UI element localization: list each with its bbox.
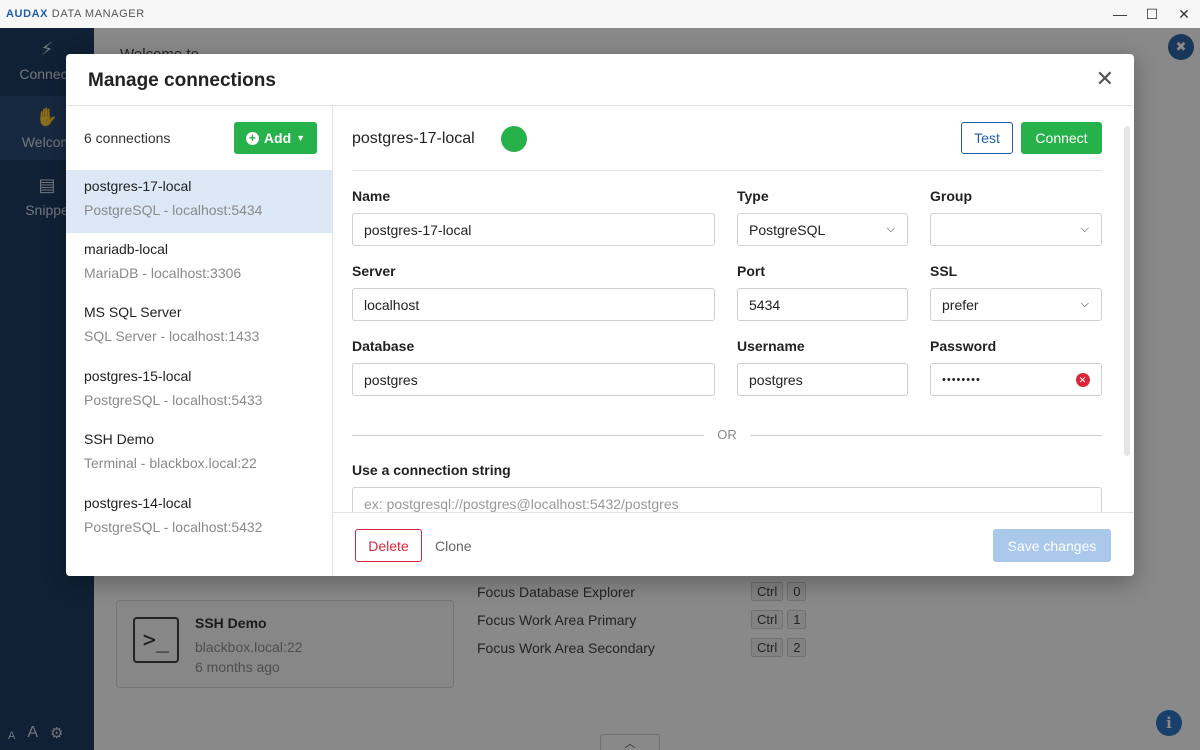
- connection-desc: PostgreSQL - localhost:5432: [84, 519, 263, 535]
- server-value: localhost: [364, 296, 420, 313]
- database-field[interactable]: postgres: [352, 363, 715, 396]
- server-label: Server: [352, 263, 396, 279]
- connection-status-indicator: [501, 126, 527, 152]
- connection-string-input[interactable]: ex: postgresql://postgres@localhost:5432…: [352, 487, 1102, 512]
- database-value: postgres: [364, 371, 418, 388]
- connection-desc: SQL Server - localhost:1433: [84, 328, 260, 344]
- password-value: ••••••••: [942, 373, 981, 386]
- add-connection-button[interactable]: + Add ▼: [234, 122, 317, 154]
- minimize-button[interactable]: —: [1104, 0, 1136, 28]
- close-icon[interactable]: ✕: [1096, 68, 1114, 90]
- port-label: Port: [737, 263, 765, 279]
- test-button[interactable]: Test: [961, 122, 1013, 154]
- connection-desc: MariaDB - localhost:3306: [84, 265, 242, 281]
- port-value: 5434: [749, 296, 781, 313]
- connection-item[interactable]: SSH Demo Terminal - blackbox.local:22: [66, 423, 332, 486]
- connection-name: postgres-14-local: [84, 495, 192, 511]
- delete-button[interactable]: Delete: [355, 529, 422, 562]
- connection-item[interactable]: postgres-14-local PostgreSQL - localhost…: [66, 487, 332, 550]
- group-label: Group: [930, 188, 972, 204]
- window-controls: — ☐ ✕: [1104, 0, 1200, 28]
- server-field[interactable]: localhost: [352, 288, 715, 321]
- chevron-down-icon: ⌵: [1080, 298, 1089, 310]
- connection-desc: Terminal - blackbox.local:22: [84, 455, 257, 471]
- or-divider: OR: [352, 426, 1102, 444]
- connection-item[interactable]: MS SQL Server SQL Server - localhost:143…: [66, 296, 332, 359]
- connection-list: 6 connections + Add ▼ postgres-17-local …: [66, 106, 333, 576]
- connection-desc: PostgreSQL - localhost:5434: [84, 202, 263, 218]
- save-changes-button[interactable]: Save changes: [993, 529, 1111, 562]
- connection-item[interactable]: mariadb-local MariaDB - localhost:3306: [66, 233, 332, 296]
- connection-string-placeholder: ex: postgresql://postgres@localhost:5432…: [364, 495, 679, 512]
- maximize-button[interactable]: ☐: [1136, 0, 1168, 28]
- dialog-title: Manage connections: [88, 70, 276, 91]
- connect-button[interactable]: Connect: [1021, 122, 1102, 154]
- group-select[interactable]: ⌵: [930, 213, 1102, 246]
- chevron-down-icon: ⌵: [886, 223, 895, 235]
- app-title: AUDAX DATA MANAGER: [0, 8, 145, 20]
- password-field[interactable]: •••••••• ✕: [930, 363, 1102, 396]
- clone-button[interactable]: Clone: [435, 529, 472, 562]
- connection-name: SSH Demo: [84, 431, 155, 447]
- password-label: Password: [930, 338, 997, 354]
- divider-line: [352, 435, 704, 436]
- username-value: postgres: [749, 371, 803, 388]
- app-name: DATA MANAGER: [51, 8, 145, 20]
- type-select[interactable]: PostgreSQL ⌵: [737, 213, 908, 246]
- connection-name: mariadb-local: [84, 241, 169, 257]
- dialog-footer: Delete Clone Save changes: [333, 512, 1134, 576]
- clear-icon[interactable]: ✕: [1076, 373, 1090, 387]
- name-label: Name: [352, 188, 391, 204]
- connection-name: postgres-17-local: [84, 178, 192, 194]
- type-label: Type: [737, 188, 769, 204]
- plus-icon: +: [245, 131, 259, 145]
- ssl-select[interactable]: prefer ⌵: [930, 288, 1102, 321]
- form-scrollbar[interactable]: [1124, 126, 1130, 456]
- connection-name: postgres-15-local: [84, 368, 192, 384]
- name-field[interactable]: postgres-17-local: [352, 213, 715, 246]
- title-bar: AUDAX DATA MANAGER — ☐ ✕: [0, 0, 1200, 28]
- name-value: postgres-17-local: [364, 221, 472, 238]
- username-field[interactable]: postgres: [737, 363, 908, 396]
- chevron-down-icon: ⌵: [1080, 223, 1089, 235]
- or-text: OR: [717, 427, 737, 442]
- dialog-header: Manage connections ✕: [66, 54, 1134, 106]
- ssl-label: SSL: [930, 263, 958, 279]
- ssl-value: prefer: [942, 296, 979, 313]
- connection-count: 6 connections: [84, 130, 171, 146]
- connection-item[interactable]: postgres-17-local PostgreSQL - localhost…: [66, 170, 332, 233]
- app-brand: AUDAX: [6, 8, 49, 20]
- divider: [352, 170, 1102, 171]
- close-window-button[interactable]: ✕: [1168, 0, 1200, 28]
- type-value: PostgreSQL: [749, 221, 826, 238]
- add-button-label: Add: [263, 130, 292, 146]
- caret-down-icon: ▼: [296, 133, 306, 143]
- manage-connections-dialog: Manage connections ✕ 6 connections + Add…: [66, 54, 1134, 576]
- form-title: postgres-17-local: [352, 130, 475, 147]
- connection-form: postgres-17-local Test Connect Name post…: [333, 106, 1134, 512]
- connection-name: MS SQL Server: [84, 304, 182, 320]
- port-field[interactable]: 5434: [737, 288, 908, 321]
- connection-item[interactable]: postgres-15-local PostgreSQL - localhost…: [66, 360, 332, 423]
- connection-string-label: Use a connection string: [352, 462, 511, 478]
- database-label: Database: [352, 338, 415, 354]
- connection-desc: PostgreSQL - localhost:5433: [84, 392, 263, 408]
- divider-line: [750, 435, 1102, 436]
- username-label: Username: [737, 338, 805, 354]
